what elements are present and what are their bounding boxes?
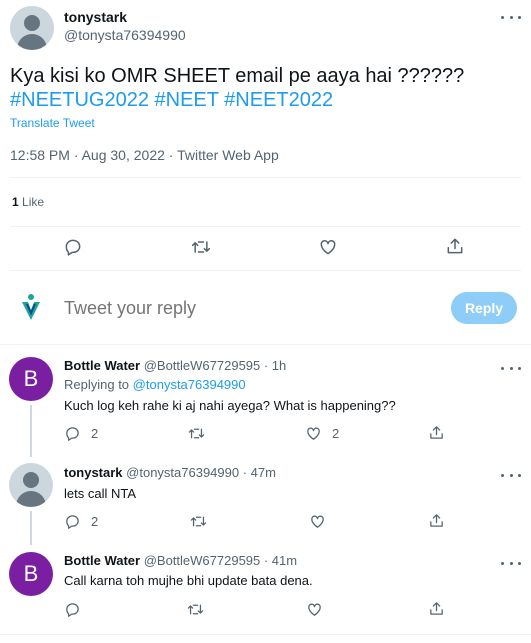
author-name[interactable]: tonystark [64,9,127,25]
reply-header: tonystark @tonysta76394990 · 47m [64,465,276,480]
reply-avatar[interactable] [9,463,53,507]
translate-tweet-link[interactable]: Translate Tweet [10,116,95,130]
share-icon[interactable] [428,512,445,529]
likes-count: 1 [12,195,19,209]
like-icon[interactable] [306,601,323,618]
likes-label: Like [22,195,45,209]
more-options-icon[interactable] [501,361,521,375]
reply-icon[interactable]: 2 [64,425,98,442]
more-options-icon[interactable] [501,556,521,570]
likes-summary[interactable]: 1 Like [12,195,44,209]
share-icon[interactable] [445,236,465,256]
replying-to-label: Replying to [64,377,130,392]
more-options-icon[interactable] [501,10,521,24]
share-icon[interactable] [428,600,445,617]
reply-author-name[interactable]: Bottle Water [64,358,140,373]
replying-to: Replying to @tonysta76394990 [64,377,246,392]
reply-icon[interactable]: 2 [64,513,98,530]
retweet-icon[interactable] [189,513,208,530]
reply-author-name[interactable]: tonystark [64,465,123,480]
share-icon[interactable] [428,424,445,441]
reply-text: Kuch log keh rahe ki aj nahi ayega? What… [64,398,396,413]
like-icon[interactable] [318,237,338,257]
author-avatar[interactable] [10,6,54,50]
reply-avatar[interactable]: B [9,357,53,401]
user-logo-icon [20,293,42,321]
retweet-icon[interactable] [186,601,205,618]
more-options-icon[interactable] [501,468,521,482]
tweet-text: Kya kisi ko OMR SHEET email pe aaya hai … [10,65,465,87]
reply-handle-time[interactable]: @BottleW67729595 · 41m [144,553,297,568]
like-icon[interactable] [309,513,326,530]
reply-button[interactable]: Reply [451,292,517,324]
reply-header: Bottle Water @BottleW67729595 · 1h [64,358,286,373]
reply-count: 2 [91,426,99,441]
reply-handle-time[interactable]: @tonysta76394990 · 47m [126,465,276,480]
replying-to-handle[interactable]: @tonysta76394990 [133,377,246,392]
author-handle[interactable]: @tonysta76394990 [64,27,186,43]
retweet-icon[interactable] [187,425,206,442]
reply-author-name[interactable]: Bottle Water [64,553,140,568]
reply-handle-time[interactable]: @BottleW67729595 · 1h [144,358,287,373]
reply-input[interactable] [64,293,434,323]
reply-count: 2 [91,514,99,529]
like-count: 2 [332,426,340,441]
tweet-hashtags[interactable]: #NEETUG2022 #NEET #NEET2022 [10,88,333,112]
retweet-icon[interactable] [190,237,212,257]
tweet-timestamp[interactable]: 12:58 PM · Aug 30, 2022 · Twitter Web Ap… [10,147,279,163]
reply-text: Call karna toh mujhe bhi update bata den… [64,573,313,588]
like-icon[interactable]: 2 [305,425,339,442]
reply-icon[interactable] [64,601,81,618]
reply-icon[interactable] [63,237,83,257]
reply-header: Bottle Water @BottleW67729595 · 41m [64,553,297,568]
reply-text: lets call NTA [64,486,136,501]
reply-avatar[interactable]: B [9,552,53,596]
